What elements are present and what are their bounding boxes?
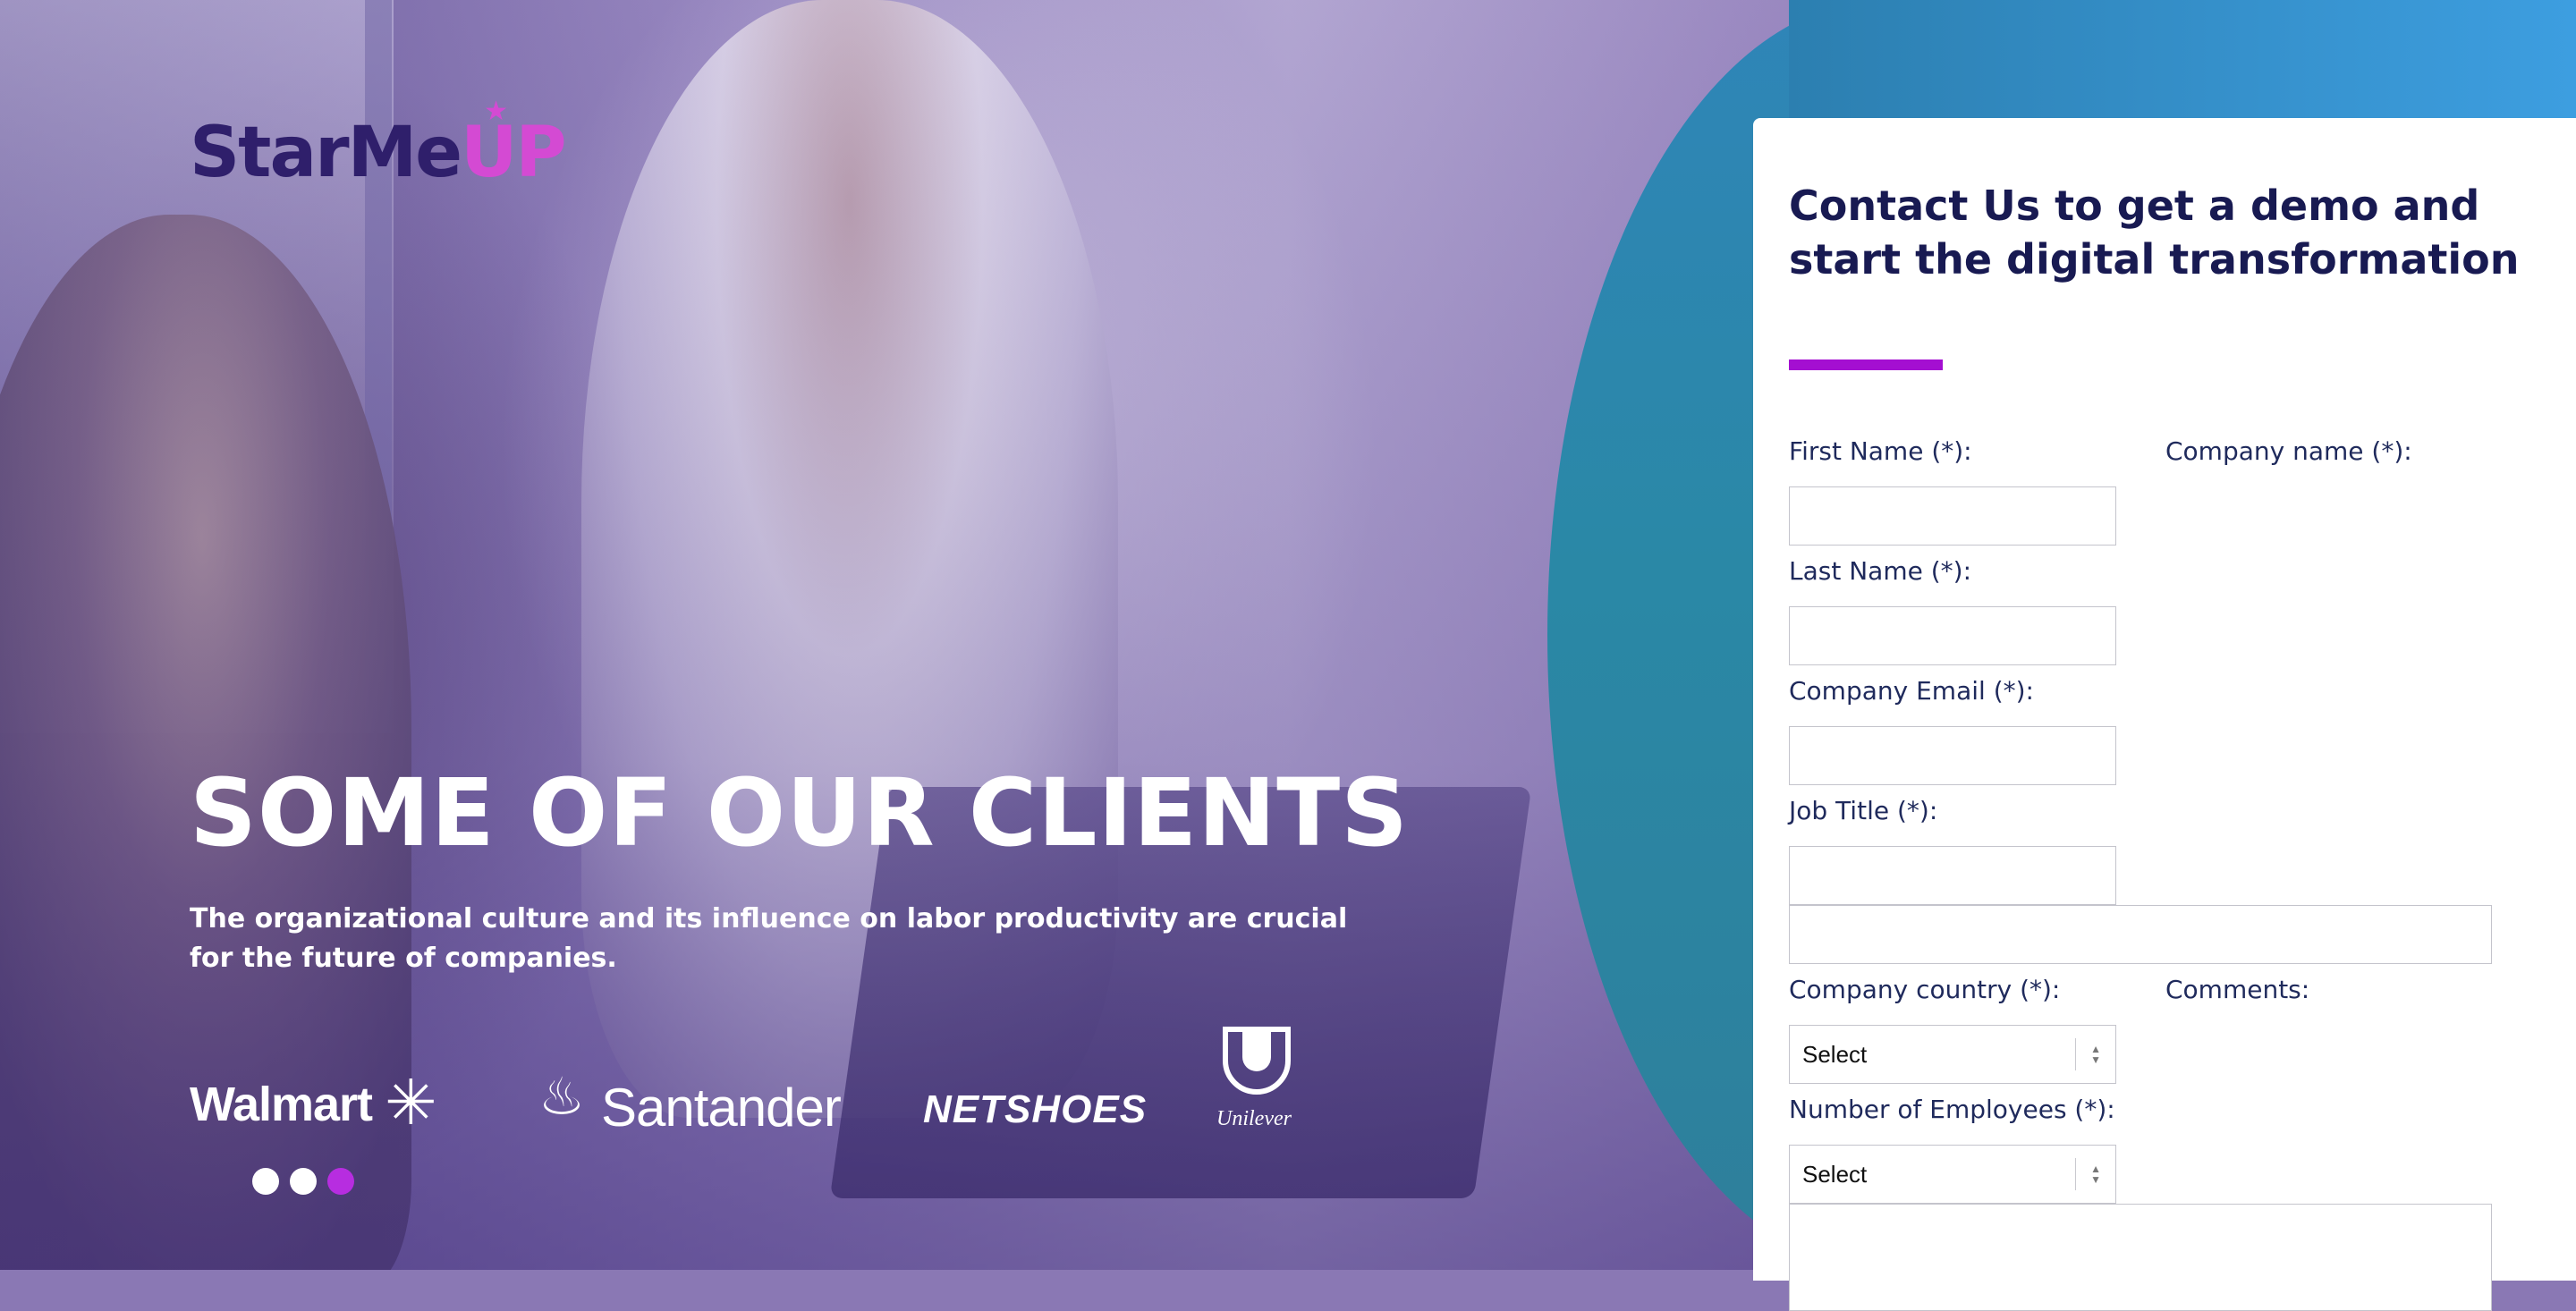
company-email-label: Company Email (*): [1789,676,2034,706]
santander-logo: Santander [601,1078,842,1138]
santander-flame-icon: ♨ [538,1068,585,1126]
select-arrows-icon: ▲ ▼ [2090,1043,2101,1066]
client-logos: Walmart ✳ ♨ Santander NETSHOES Unilever [190,1027,1335,1138]
select-arrows-icon: ▲ ▼ [2090,1163,2101,1186]
company-country-value: Select [1802,1040,1868,1068]
job-title-input[interactable] [1789,846,2116,905]
walmart-spark-icon: ✳ [385,1068,437,1138]
teal-panel-top [1789,0,2576,125]
employees-value: Select [1802,1160,1868,1188]
netshoes-logo: NETSHOES [923,1087,1148,1131]
job-title-label: Job Title (*): [1789,796,1938,825]
unilever-logo: Unilever [1216,1107,1292,1130]
logo-text-up: ★ UP [461,98,567,189]
form-heading: Contact Us to get a demo and start the d… [1789,182,2520,283]
clients-title: SOME OF OUR CLIENTS [190,758,1410,867]
employees-select[interactable]: Select ▲ ▼ [1789,1145,2116,1204]
company-name-label: Company name (*): [2165,436,2412,466]
carousel-dot[interactable] [252,1168,279,1195]
carousel-dots [252,1168,354,1195]
heading-underline [1789,359,1943,370]
first-name-input[interactable] [1789,486,2116,546]
logo-up-label: UP [461,113,567,193]
select-divider [2075,1158,2077,1190]
company-email-input[interactable] [1789,726,2116,785]
logo-star-icon: ★ [484,96,508,127]
logo-text-starme: StarMe [190,113,462,193]
contact-form-card: Contact Us to get a demo and start the d… [1753,118,2576,1311]
carousel-dot[interactable] [290,1168,317,1195]
walmart-logo: Walmart [190,1078,373,1131]
employees-label: Number of Employees (*): [1789,1095,2115,1124]
first-name-label: First Name (*): [1789,436,1972,466]
company-country-select[interactable]: Select ▲ ▼ [1789,1025,2116,1084]
comments-label: Comments: [2165,975,2310,1004]
starmeup-logo[interactable]: StarMe ★ UP [190,98,567,193]
carousel-dot[interactable] [327,1168,354,1195]
last-name-label: Last Name (*): [1789,556,1972,586]
comments-textarea[interactable] [1789,1204,2492,1311]
select-divider [2075,1038,2077,1070]
company-name-input[interactable] [1789,905,2492,964]
last-name-input[interactable] [1789,606,2116,665]
unilever-u-icon [1223,1027,1291,1095]
company-country-label: Company country (*): [1789,975,2061,1004]
clients-subtitle: The organizational culture and its influ… [190,903,1348,974]
